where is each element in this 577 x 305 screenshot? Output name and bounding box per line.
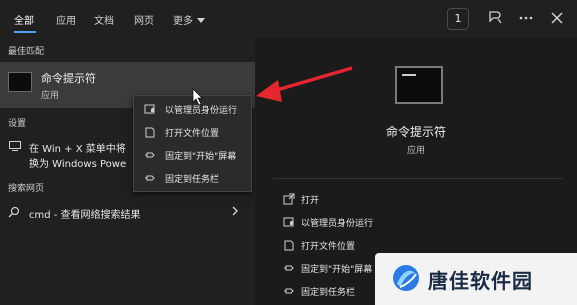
search-top-bar: 全部 应用 文档 网页 更多 1 bbox=[0, 0, 577, 38]
more-options-icon[interactable] bbox=[518, 10, 534, 26]
section-settings-title: 设置 bbox=[8, 119, 27, 129]
tab-apps[interactable]: 应用 bbox=[56, 12, 76, 27]
tab-more[interactable]: 更多 bbox=[173, 12, 205, 27]
search-icon bbox=[8, 206, 20, 218]
folder-icon bbox=[145, 127, 155, 138]
action-label: 打开 bbox=[301, 196, 320, 206]
action-label: 固定到"开始"屏幕 bbox=[301, 265, 373, 275]
watermark-logo: 唐佳软件园 bbox=[375, 253, 577, 305]
best-match-subtitle: 应用 bbox=[41, 91, 60, 101]
context-item-label: 打开文件位置 bbox=[165, 129, 220, 139]
settings-result-line2: 换为 Windows Powe bbox=[29, 159, 127, 170]
section-web-title: 搜索网页 bbox=[8, 184, 45, 194]
tab-documents[interactable]: 文档 bbox=[94, 12, 114, 27]
tab-all[interactable]: 全部 bbox=[14, 12, 34, 27]
pin-icon bbox=[145, 175, 155, 181]
context-open-file-location[interactable]: 打开文件位置 bbox=[134, 121, 251, 143]
admin-shield-icon bbox=[144, 104, 155, 114]
action-label: 以管理员身份运行 bbox=[301, 219, 374, 229]
active-tab-indicator bbox=[14, 31, 36, 33]
section-best-match-title: 最佳匹配 bbox=[8, 47, 45, 57]
admin-shield-icon bbox=[283, 217, 294, 227]
chevron-right-icon[interactable] bbox=[230, 205, 240, 217]
chevron-down-icon bbox=[197, 18, 205, 23]
context-item-label: 以管理员身份运行 bbox=[165, 106, 238, 116]
context-item-label: 固定到"开始"屏幕 bbox=[165, 152, 237, 162]
context-pin-to-start[interactable]: 固定到"开始"屏幕 bbox=[134, 144, 251, 166]
action-label: 固定到任务栏 bbox=[301, 288, 356, 298]
rewards-count-badge[interactable]: 1 bbox=[447, 8, 469, 30]
monitor-icon bbox=[9, 141, 21, 151]
command-prompt-icon bbox=[8, 72, 32, 92]
settings-result-item[interactable]: 在 Win + X 菜单中将 换为 Windows Powe bbox=[0, 136, 133, 172]
web-search-text: cmd - 查看网络搜索结果 bbox=[29, 210, 141, 221]
action-open-file-location[interactable]: 打开文件位置 bbox=[283, 236, 483, 254]
command-prompt-large-icon bbox=[395, 66, 443, 104]
preview-subtitle: 应用 bbox=[406, 146, 425, 156]
context-menu: 以管理员身份运行 打开文件位置 固定到"开始"屏幕 固定到任务栏 bbox=[133, 95, 252, 192]
close-icon[interactable] bbox=[549, 10, 565, 26]
action-open[interactable]: 打开 bbox=[283, 190, 483, 208]
web-search-result[interactable]: cmd - 查看网络搜索结果 bbox=[0, 201, 255, 223]
context-pin-to-taskbar[interactable]: 固定到任务栏 bbox=[134, 167, 251, 189]
tab-more-label: 更多 bbox=[173, 16, 193, 27]
pin-icon bbox=[145, 152, 155, 158]
preview-divider bbox=[273, 178, 563, 179]
feedback-icon[interactable] bbox=[487, 10, 503, 26]
preview-title: 命令提示符 bbox=[385, 125, 446, 139]
action-run-as-admin[interactable]: 以管理员身份运行 bbox=[283, 213, 483, 231]
folder-icon bbox=[284, 240, 294, 251]
context-run-as-admin[interactable]: 以管理员身份运行 bbox=[134, 98, 251, 120]
best-match-title: 命令提示符 bbox=[41, 72, 96, 85]
context-item-label: 固定到任务栏 bbox=[165, 175, 220, 185]
settings-result-line1: 在 Win + X 菜单中将 bbox=[29, 144, 126, 155]
tab-web[interactable]: 网页 bbox=[134, 12, 154, 27]
watermark-text: 唐佳软件园 bbox=[428, 269, 533, 293]
watermark-globe-icon bbox=[393, 265, 419, 291]
pin-icon bbox=[284, 265, 294, 271]
pin-icon bbox=[284, 288, 294, 294]
open-icon bbox=[283, 193, 295, 205]
action-label: 打开文件位置 bbox=[301, 242, 356, 252]
